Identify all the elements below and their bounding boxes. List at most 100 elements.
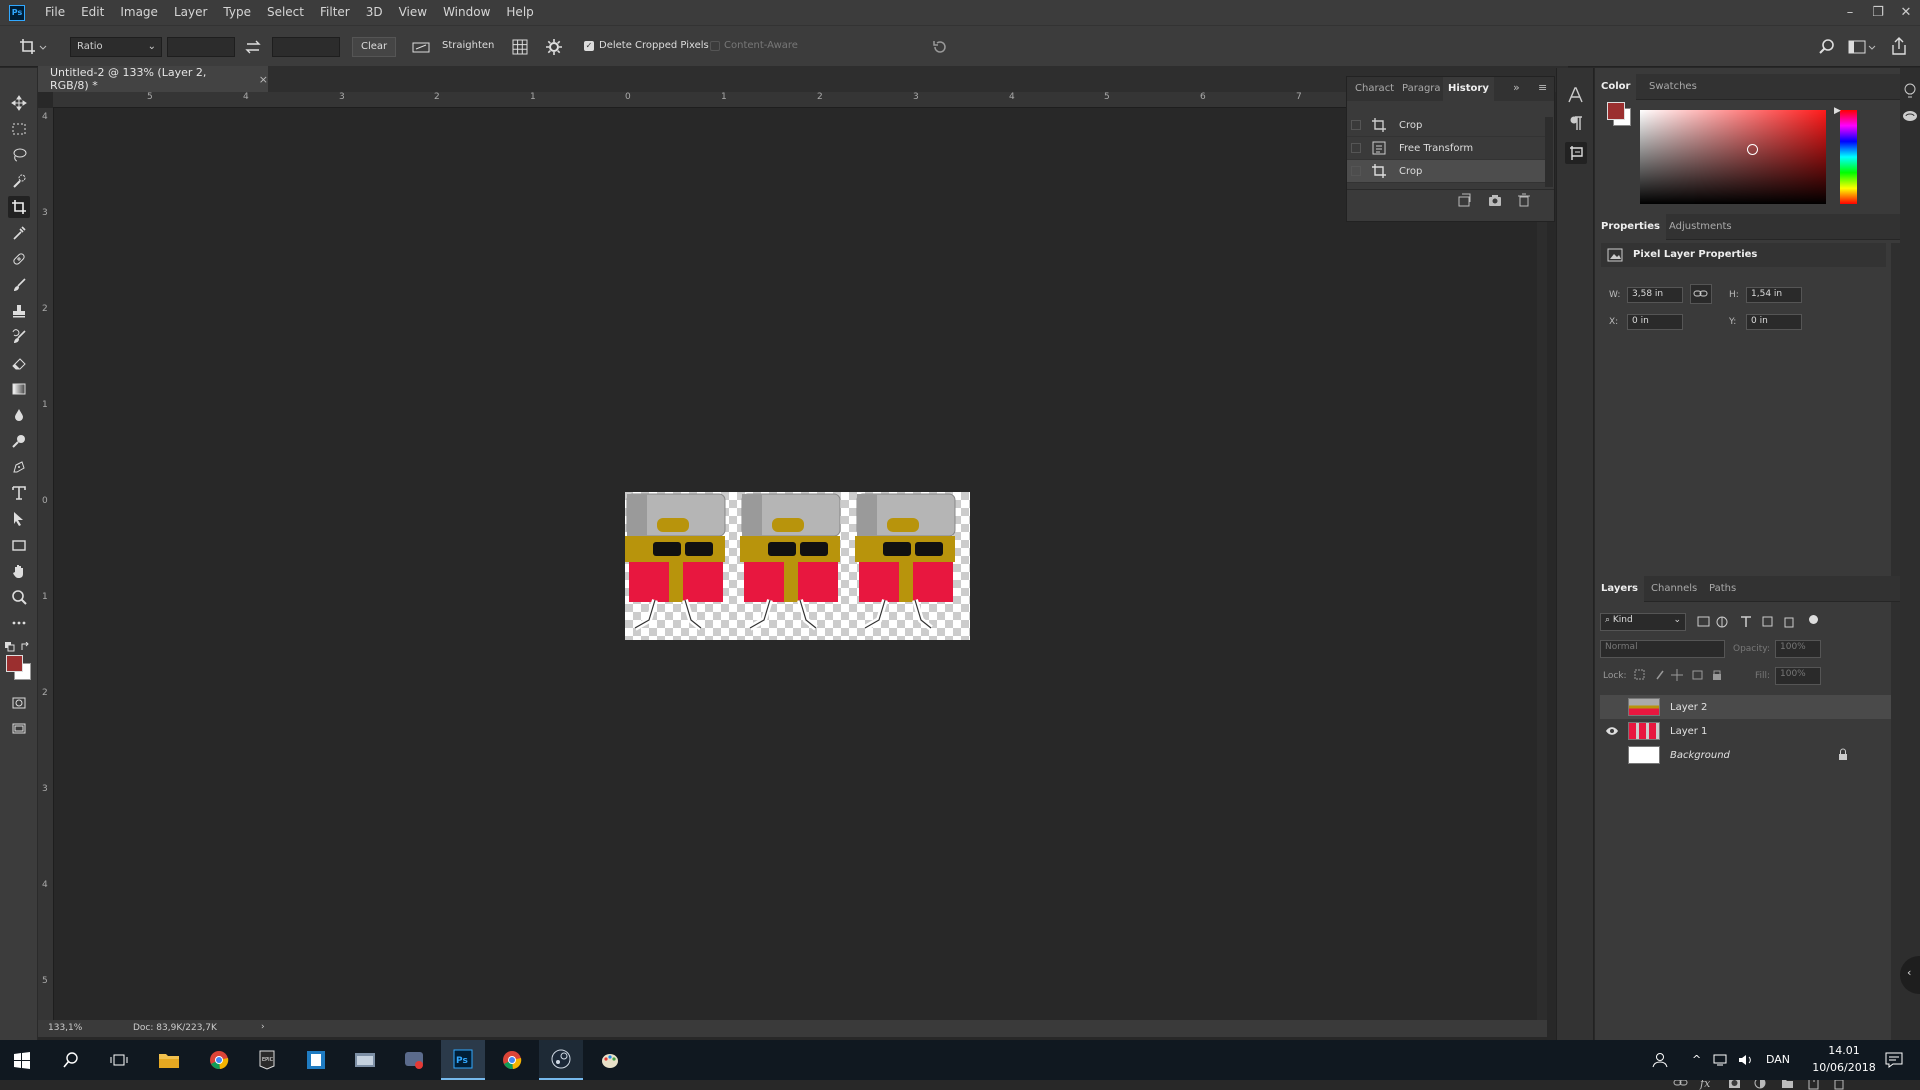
hand-tool-icon[interactable] bbox=[8, 560, 30, 582]
color-foreground-swatch[interactable] bbox=[1607, 102, 1625, 120]
clock-time[interactable]: 14.01 bbox=[1814, 1044, 1874, 1057]
app-window-icon[interactable] bbox=[343, 1040, 387, 1080]
default-colors-icon[interactable] bbox=[5, 642, 15, 652]
history-item-selected[interactable]: Crop bbox=[1347, 160, 1545, 183]
menu-edit[interactable]: Edit bbox=[73, 0, 112, 25]
volume-icon[interactable] bbox=[1737, 1052, 1755, 1068]
ratio-width-input[interactable] bbox=[167, 37, 235, 57]
history-item[interactable]: Crop bbox=[1347, 114, 1545, 137]
game-app-icon[interactable] bbox=[392, 1040, 436, 1080]
tab-history[interactable]: History bbox=[1443, 77, 1494, 101]
clear-button[interactable]: Clear bbox=[352, 37, 397, 57]
tab-color[interactable]: Color bbox=[1595, 74, 1637, 100]
tab-layers[interactable]: Layers bbox=[1595, 576, 1644, 602]
brush-tool-icon[interactable] bbox=[8, 274, 30, 296]
more-tools-icon[interactable] bbox=[8, 612, 30, 634]
menu-layer[interactable]: Layer bbox=[166, 0, 215, 25]
canvas-area[interactable] bbox=[54, 108, 1346, 1020]
chrome-icon[interactable] bbox=[490, 1040, 534, 1080]
hue-slider[interactable] bbox=[1840, 110, 1857, 204]
blend-mode-select[interactable]: Normal bbox=[1600, 640, 1725, 658]
zoom-level[interactable]: 133,1% bbox=[48, 1023, 82, 1033]
menu-type[interactable]: Type bbox=[215, 0, 259, 25]
reset-icon[interactable] bbox=[931, 38, 949, 56]
visibility-toggle-off[interactable] bbox=[1604, 699, 1620, 715]
swap-colors-icon[interactable] bbox=[21, 642, 31, 652]
menu-select[interactable]: Select bbox=[259, 0, 312, 25]
layer-row[interactable]: Layer 2 bbox=[1600, 695, 1900, 719]
fill-input[interactable]: 100% bbox=[1775, 667, 1821, 685]
pen-tool-icon[interactable] bbox=[8, 456, 30, 478]
tab-adjustments[interactable]: Adjustments bbox=[1663, 214, 1738, 240]
menu-view[interactable]: View bbox=[391, 0, 435, 25]
quick-select-tool-icon[interactable] bbox=[8, 170, 30, 192]
layer-filter-select[interactable]: ⌕ Kind ⌄ bbox=[1600, 613, 1686, 631]
filter-toggle-icon[interactable] bbox=[1809, 615, 1818, 624]
settings-gear-icon[interactable] bbox=[545, 38, 563, 56]
minimize-icon[interactable]: – bbox=[1836, 0, 1864, 25]
history-panel-icon[interactable] bbox=[1565, 142, 1587, 164]
history-item[interactable]: Free Transform bbox=[1347, 137, 1545, 160]
close-window-icon[interactable]: ✕ bbox=[1892, 0, 1920, 25]
layer-name[interactable]: Layer 1 bbox=[1670, 726, 1707, 737]
document-tab[interactable]: Untitled-2 @ 133% (Layer 2, RGB/8) * × bbox=[38, 66, 268, 92]
tab-character[interactable]: Charact bbox=[1350, 77, 1399, 101]
panel-menu-icon[interactable]: ≡ bbox=[1538, 81, 1547, 94]
swap-icon[interactable] bbox=[244, 38, 262, 56]
path-selection-tool-icon[interactable] bbox=[8, 508, 30, 530]
photoshop-taskbar-icon[interactable]: Ps bbox=[441, 1040, 485, 1080]
move-tool-icon[interactable] bbox=[8, 92, 30, 114]
file-explorer-icon[interactable] bbox=[147, 1040, 191, 1080]
app-blue-icon[interactable] bbox=[294, 1040, 338, 1080]
tab-paths[interactable]: Paths bbox=[1703, 576, 1742, 602]
layers-scrollbar[interactable] bbox=[1891, 603, 1900, 1071]
paint-app-icon[interactable] bbox=[588, 1040, 632, 1080]
lasso-tool-icon[interactable] bbox=[8, 144, 30, 166]
healing-brush-tool-icon[interactable] bbox=[8, 248, 30, 270]
search-icon[interactable] bbox=[1818, 38, 1836, 56]
eyedropper-tool-icon[interactable] bbox=[8, 222, 30, 244]
link-dimensions-icon[interactable] bbox=[1690, 284, 1712, 304]
overlay-grid-icon[interactable] bbox=[511, 38, 529, 56]
eye-icon[interactable] bbox=[1604, 723, 1620, 739]
hue-slider-marker-icon[interactable]: ▶ bbox=[1834, 106, 1841, 116]
zoom-tool-icon[interactable] bbox=[8, 586, 30, 608]
delete-cropped-checkbox[interactable]: ✓ bbox=[584, 41, 594, 51]
straighten-label[interactable]: Straighten bbox=[442, 40, 494, 51]
layer-row[interactable]: Layer 1 bbox=[1600, 719, 1900, 743]
history-scrollbar[interactable] bbox=[1545, 117, 1553, 187]
tab-paragraph[interactable]: Paragra bbox=[1397, 77, 1446, 101]
learn-panel-icon[interactable] bbox=[1902, 83, 1918, 99]
eraser-tool-icon[interactable] bbox=[8, 352, 30, 374]
layer-name[interactable]: Layer 2 bbox=[1670, 702, 1707, 713]
close-document-icon[interactable]: × bbox=[259, 73, 268, 86]
canvas-scrollbar[interactable] bbox=[1537, 108, 1547, 1020]
menu-image[interactable]: Image bbox=[112, 0, 166, 25]
epic-games-icon[interactable]: EPIC bbox=[245, 1040, 289, 1080]
crop-tool-icon[interactable] bbox=[8, 196, 30, 218]
rectangle-tool-icon[interactable] bbox=[8, 534, 30, 556]
width-input[interactable]: 3,58 in bbox=[1627, 287, 1683, 303]
color-picker-cursor[interactable] bbox=[1747, 144, 1758, 155]
tab-properties[interactable]: Properties bbox=[1595, 214, 1666, 240]
show-hidden-icons-icon[interactable]: ^ bbox=[1692, 1053, 1701, 1066]
search-taskbar-icon[interactable] bbox=[49, 1040, 93, 1080]
marquee-tool-icon[interactable] bbox=[8, 118, 30, 140]
collapse-panels-icon[interactable]: » bbox=[1513, 81, 1520, 94]
blur-tool-icon[interactable] bbox=[8, 404, 30, 426]
screen-mode-icon[interactable] bbox=[8, 718, 30, 740]
language-indicator[interactable]: DAN bbox=[1766, 1053, 1790, 1066]
tab-channels[interactable]: Channels bbox=[1645, 576, 1703, 602]
start-windows-icon[interactable] bbox=[0, 1040, 44, 1080]
steam-icon[interactable] bbox=[539, 1040, 583, 1080]
workspace-icon[interactable] bbox=[1848, 38, 1876, 56]
chrome-icon[interactable] bbox=[197, 1040, 241, 1080]
history-brush-tool-icon[interactable] bbox=[8, 326, 30, 348]
dodge-tool-icon[interactable] bbox=[8, 430, 30, 452]
stamp-tool-icon[interactable] bbox=[8, 300, 30, 322]
status-arrow-icon[interactable]: › bbox=[261, 1022, 265, 1032]
clock-date[interactable]: 10/06/2018 bbox=[1808, 1061, 1880, 1074]
menu-filter[interactable]: Filter bbox=[312, 0, 358, 25]
ratio-select[interactable]: Ratio ⌄ bbox=[70, 37, 162, 57]
character-panel-icon[interactable] bbox=[1567, 86, 1585, 104]
